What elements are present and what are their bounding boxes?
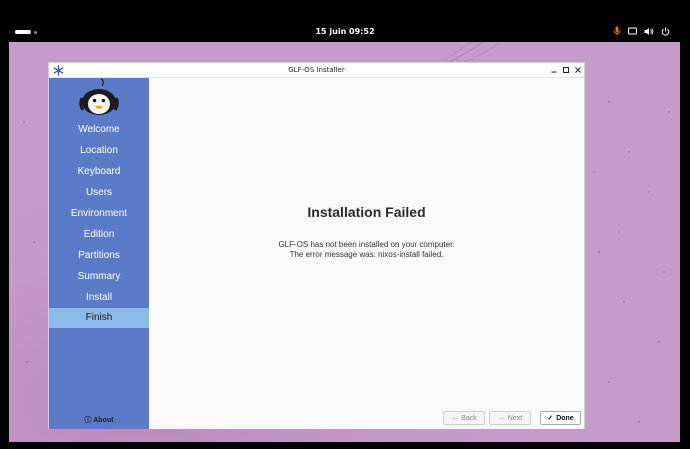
- sidebar-item-environment: Environment: [70, 208, 128, 219]
- steps-sidebar: Welcome Location Keyboard Users Environm…: [49, 78, 149, 429]
- failure-message-line-1: GLF-OS has not been installed on your co…: [278, 240, 455, 249]
- sidebar-item-install: Install: [85, 292, 113, 303]
- power-icon[interactable]: [661, 27, 670, 36]
- sidebar-item-finish: Finish: [49, 308, 149, 328]
- sidebar-item-keyboard: Keyboard: [77, 166, 121, 177]
- sidebar-item-users: Users: [85, 187, 113, 198]
- screen: 15 juin 09:52 GLF-OS Installer Welcome L…: [0, 0, 690, 449]
- installer-window: GLF-OS Installer Welcome Location Keyboa…: [48, 62, 585, 429]
- failure-message-line-2: The error message was: nixos-install fai…: [289, 250, 444, 259]
- sidebar-item-edition: Edition: [83, 229, 115, 240]
- window-titlebar[interactable]: GLF-OS Installer: [49, 63, 584, 78]
- sidebar-item-summary: Summary: [77, 271, 121, 282]
- done-button[interactable]: ✓ Done: [540, 411, 581, 425]
- screen-icon[interactable]: [628, 27, 637, 36]
- window-title: GLF-OS Installer: [288, 66, 345, 74]
- next-button[interactable]: → Next: [489, 411, 531, 425]
- close-icon[interactable]: [573, 65, 583, 75]
- next-button-label: Next: [507, 414, 523, 422]
- done-button-label: Done: [556, 414, 574, 422]
- about-label: About: [93, 417, 114, 424]
- sidebar-item-partitions: Partitions: [78, 250, 120, 261]
- system-tray[interactable]: [613, 26, 670, 36]
- clock[interactable]: 15 juin 09:52: [0, 27, 690, 36]
- next-arrow-icon: →: [497, 414, 505, 422]
- volume-icon[interactable]: [644, 27, 654, 36]
- maximize-icon[interactable]: [561, 65, 571, 75]
- check-icon: ✓: [547, 415, 554, 422]
- minimize-icon[interactable]: [549, 65, 559, 75]
- back-button[interactable]: ← Back: [443, 411, 485, 425]
- penguin-logo-icon: [79, 78, 119, 115]
- about-button[interactable]: ⓘ About: [49, 415, 149, 425]
- top-bar: 15 juin 09:52: [0, 22, 690, 42]
- mic-icon[interactable]: [613, 26, 621, 36]
- info-icon: ⓘ: [84, 417, 94, 424]
- back-button-label: Back: [461, 414, 477, 422]
- back-arrow-icon: ←: [451, 414, 459, 422]
- sidebar-item-welcome: Welcome: [78, 124, 120, 135]
- page-title: Installation Failed: [307, 204, 426, 220]
- main-content: Installation Failed GLF-OS has not been …: [149, 78, 584, 429]
- sidebar-item-location: Location: [80, 145, 118, 156]
